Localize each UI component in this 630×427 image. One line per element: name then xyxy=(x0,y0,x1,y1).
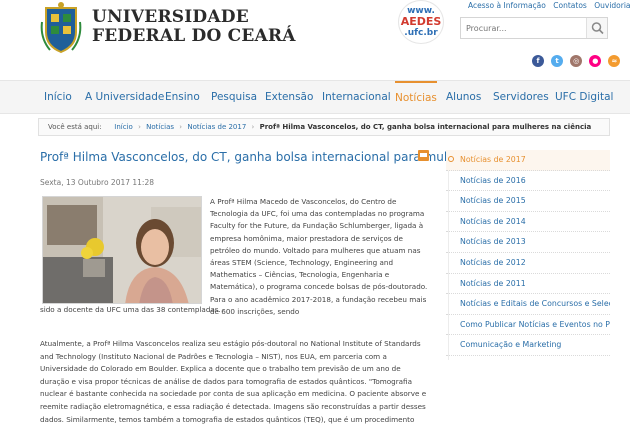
breadcrumb-separator: › xyxy=(138,123,141,131)
sidebar-menu: Notícias de 2017 Notícias de 2016 Notíci… xyxy=(446,150,610,356)
breadcrumb-prefix: Você está aqui: xyxy=(48,123,102,131)
flickr-icon[interactable]: ● xyxy=(589,55,602,67)
sidebar-item-label: Notícias de 2014 xyxy=(460,216,526,226)
nav-inicio[interactable]: Início xyxy=(44,81,72,114)
sidebar-item-noticias-2016[interactable]: Notícias de 2016 xyxy=(446,171,610,192)
facebook-icon[interactable]: f xyxy=(532,55,544,67)
aedes-campaign-logo[interactable]: www. AEDES .ufc.br xyxy=(398,0,444,44)
breadcrumb-inicio[interactable]: Início xyxy=(114,123,133,131)
sidebar-item-label: Notícias de 2017 xyxy=(460,155,526,164)
link-contatos[interactable]: Contatos xyxy=(553,1,587,10)
sidebar-item-label: Notícias de 2015 xyxy=(460,196,526,206)
nav-extensao[interactable]: Extensão xyxy=(265,81,313,114)
nav-servidores[interactable]: Servidores xyxy=(493,81,549,114)
article-photo xyxy=(42,196,202,304)
sidebar-item-noticias-2012[interactable]: Notícias de 2012 xyxy=(446,253,610,274)
search-button[interactable] xyxy=(586,18,607,38)
sidebar-item-editais[interactable]: Notícias e Editais de Concursos e Seleçõ… xyxy=(446,294,610,315)
brand-line-1: Universidade xyxy=(92,7,249,27)
nav-noticias[interactable]: Notícias xyxy=(395,81,437,114)
sidebar-item-label: Notícias de 2012 xyxy=(460,257,526,267)
sidebar-item-label: Comunicação e Marketing xyxy=(460,340,562,350)
search-box xyxy=(460,17,608,39)
nav-ensino[interactable]: Ensino xyxy=(165,81,200,114)
nav-alunos[interactable]: Alunos xyxy=(446,81,481,114)
nav-internacional[interactable]: Internacional xyxy=(322,81,391,114)
site-header: Universidade Federal do Ceará www. AEDES… xyxy=(0,0,630,80)
breadcrumb: Você está aqui: Início › Notícias › Notí… xyxy=(38,118,610,136)
sidebar-item-label: Notícias de 2013 xyxy=(460,237,526,247)
search-icon xyxy=(591,22,604,35)
top-links: Acesso à Informação Contatos Ouvidoria xyxy=(468,1,630,10)
nav-ufc-digital[interactable]: UFC Digital xyxy=(555,81,613,114)
nav-pesquisa[interactable]: Pesquisa xyxy=(211,81,257,114)
breadcrumb-separator: › xyxy=(179,123,183,131)
rss-icon[interactable]: ≈ xyxy=(608,55,621,67)
article-title: Profª Hilma Vasconcelos, do CT, ganha bo… xyxy=(40,150,546,164)
article-intro-continued: sido a docente da UFC uma das 38 contemp… xyxy=(40,305,221,314)
sidebar-item-como-publicar[interactable]: Como Publicar Notícias e Eventos no Port… xyxy=(446,315,610,336)
twitter-icon[interactable]: t xyxy=(551,55,564,67)
breadcrumb-noticias-2017[interactable]: Notícias de 2017 xyxy=(187,123,246,131)
sidebar-item-comunicacao[interactable]: Comunicação e Marketing xyxy=(446,335,610,356)
article-intro: A Profª Hilma Macedo de Vasconcelos, do … xyxy=(210,197,428,316)
link-acesso-informacao[interactable]: Acesso à Informação xyxy=(468,1,546,10)
sidebar-item-noticias-2015[interactable]: Notícias de 2015 xyxy=(446,191,610,212)
aedes-line-3: .ufc.br xyxy=(404,28,438,38)
sidebar-item-noticias-2013[interactable]: Notícias de 2013 xyxy=(446,232,610,253)
main-navigation: Início A Universidade Ensino Pesquisa Ex… xyxy=(0,80,630,114)
brand-line-2: Federal do Ceará xyxy=(92,26,296,46)
sidebar-item-noticias-2017[interactable]: Notícias de 2017 xyxy=(446,150,610,171)
sidebar-item-noticias-2011[interactable]: Notícias de 2011 xyxy=(446,274,610,295)
link-ouvidoria[interactable]: Ouvidoria xyxy=(594,1,630,10)
social-icons: f t ◎ ● ≈ xyxy=(532,48,622,67)
sidebar-item-label: Notícias e Editais de Concursos e Seleçõ… xyxy=(460,299,610,309)
breadcrumb-separator: › xyxy=(251,123,255,131)
print-icon[interactable] xyxy=(418,150,429,161)
sidebar-item-label: Notícias de 2011 xyxy=(460,278,526,288)
sidebar-item-label: Como Publicar Notícias e Eventos no Port… xyxy=(460,319,610,329)
aedes-line-2: AEDES xyxy=(400,15,442,28)
breadcrumb-noticias[interactable]: Notícias xyxy=(146,123,174,131)
ufc-crest-logo[interactable] xyxy=(40,2,82,56)
search-input[interactable] xyxy=(461,18,587,38)
sidebar-item-label: Notícias de 2016 xyxy=(460,175,526,185)
sidebar-item-noticias-2014[interactable]: Notícias de 2014 xyxy=(446,212,610,233)
university-name[interactable]: Universidade Federal do Ceará xyxy=(92,8,296,46)
article-date: Sexta, 13 Outubro 2017 11:28 xyxy=(40,178,155,187)
article-paragraph-2: Atualmente, a Profª Hilma Vasconcelos re… xyxy=(40,339,427,424)
instagram-icon[interactable]: ◎ xyxy=(570,55,583,67)
active-dot-icon xyxy=(448,156,454,162)
nav-a-universidade[interactable]: A Universidade xyxy=(85,81,164,114)
breadcrumb-current: Profª Hilma Vasconcelos, do CT, ganha bo… xyxy=(259,123,592,131)
